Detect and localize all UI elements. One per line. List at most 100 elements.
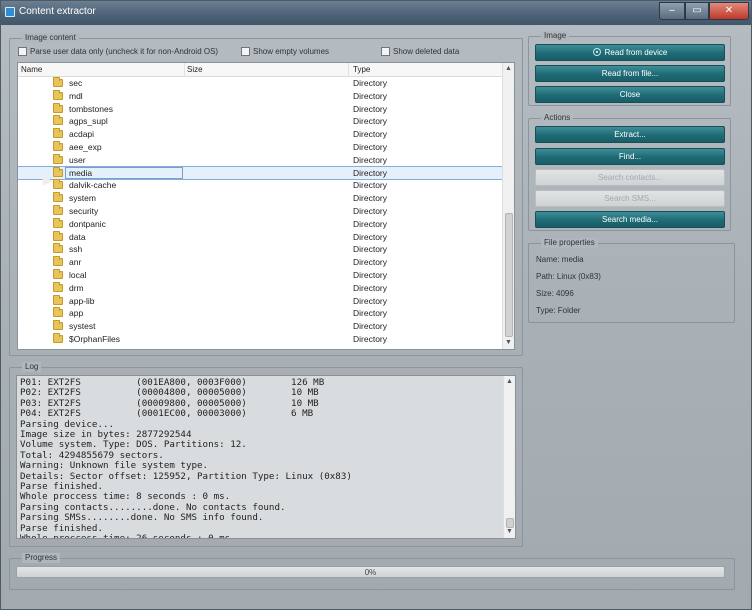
file-list[interactable]: Name Size Type sec Directory mdl Directory t…: [17, 62, 515, 350]
folder-icon: [53, 307, 63, 318]
checkbox-box[interactable]: [381, 46, 390, 56]
item-type: Directory: [353, 257, 388, 268]
item-name: ssh: [69, 244, 83, 255]
folder-icon: [53, 217, 63, 228]
item-name: data: [69, 231, 86, 242]
scroll-thumb[interactable]: [505, 213, 513, 337]
folder-icon: [53, 153, 63, 164]
item-name: dontpanic: [69, 218, 106, 229]
scroll-up-arrow-icon[interactable]: ▲: [503, 63, 514, 75]
image-content-title: Image content: [22, 33, 79, 43]
extract-button[interactable]: Extract...: [535, 126, 725, 143]
list-item[interactable]: drm Directory: [18, 281, 503, 295]
item-name: security: [69, 205, 99, 216]
item-type: Directory: [353, 116, 388, 127]
item-type: Directory: [353, 90, 388, 101]
close-button[interactable]: Close: [535, 86, 725, 103]
item-name: dalvik-cache: [69, 180, 117, 191]
read-from-device-button[interactable]: Read from device: [535, 44, 725, 61]
column-separator[interactable]: [184, 63, 185, 77]
log-lines: P01: EXT2FS (001EA800, 0003F000) 126 MB P…: [20, 377, 505, 539]
list-item[interactable]: security Directory: [18, 204, 503, 218]
item-type: Directory: [353, 154, 388, 165]
parse-user-data-checkbox[interactable]: Parse user data only (uncheck it for non…: [18, 45, 218, 57]
log-title: Log: [22, 362, 42, 372]
list-item[interactable]: ssh Directory: [18, 243, 503, 256]
list-item[interactable]: systest Directory: [18, 320, 503, 333]
list-item[interactable]: mdl Directory: [18, 89, 503, 103]
actions-group-title: Actions: [541, 113, 574, 123]
item-type: Directory: [353, 269, 388, 280]
item-name: tombstones: [69, 103, 113, 114]
item-type: Directory: [353, 193, 388, 204]
item-type: Directory: [353, 205, 388, 216]
item-type: Directory: [353, 295, 388, 306]
list-item[interactable]: app-lib Directory: [18, 294, 503, 308]
list-item[interactable]: system Directory: [18, 192, 503, 205]
item-type: Directory: [353, 321, 388, 332]
list-item[interactable]: local Directory: [18, 268, 503, 282]
log-line: Whole proccess time: 26 seconds : 0 ms.: [20, 533, 236, 539]
list-item[interactable]: acdapi Directory: [18, 128, 503, 141]
list-item[interactable]: media Directory: [18, 165, 504, 181]
read-from-file-button[interactable]: Read from file...: [535, 65, 725, 82]
list-item[interactable]: dontpanic Directory: [18, 217, 503, 231]
list-item[interactable]: user Directory: [18, 153, 503, 167]
list-item[interactable]: aee_exp Directory: [18, 140, 503, 154]
close-window-button[interactable]: ✕: [709, 2, 749, 20]
list-item[interactable]: sec Directory: [18, 77, 503, 90]
item-name: systest: [69, 321, 96, 332]
show-empty-volumes-checkbox[interactable]: Show empty volumes: [241, 45, 329, 57]
column-separator[interactable]: [348, 63, 349, 77]
find-button[interactable]: Find...: [535, 148, 725, 165]
scroll-down-arrow-icon[interactable]: ▼: [504, 526, 515, 538]
list-item[interactable]: anr Directory: [18, 256, 503, 269]
column-header-name[interactable]: Name: [21, 65, 42, 74]
title-bar[interactable]: Content extractor – ▭ ✕: [1, 1, 751, 25]
checkbox-box[interactable]: [241, 46, 250, 56]
device-icon: [592, 48, 601, 56]
list-item[interactable]: dalvik-cache Directory: [18, 179, 503, 192]
item-name: local: [69, 269, 87, 280]
item-name: aee_exp: [69, 141, 102, 152]
list-item[interactable]: $OrphanFiles Directory: [18, 332, 503, 346]
list-item[interactable]: data Directory: [18, 230, 503, 244]
item-name: app: [69, 308, 84, 319]
scroll-up-arrow-icon[interactable]: ▲: [504, 376, 515, 388]
column-header-size[interactable]: Size: [187, 65, 203, 74]
checkbox-box[interactable]: [18, 46, 27, 56]
item-name: drm: [69, 282, 84, 293]
log-output[interactable]: P01: EXT2FS (001EA800, 0003F000) 126 MB P…: [16, 375, 516, 539]
item-name: $OrphanFiles: [69, 333, 121, 344]
search-sms-button[interactable]: Search SMS...: [535, 190, 725, 207]
log-scrollbar[interactable]: ▲ ▼: [503, 376, 515, 538]
scroll-down-arrow-icon[interactable]: ▼: [503, 337, 514, 349]
folder-icon: [53, 230, 63, 241]
item-type: Directory: [353, 167, 388, 178]
item-type: Directory: [353, 141, 388, 152]
item-type: Directory: [353, 308, 388, 319]
folder-icon: [53, 204, 63, 215]
folder-icon: [53, 332, 63, 343]
item-name: mdl: [69, 90, 83, 101]
file-list-scrollbar[interactable]: ▲ ▼: [502, 63, 514, 349]
minimize-button[interactable]: –: [659, 2, 685, 20]
app-icon: [5, 7, 15, 17]
list-item[interactable]: app Directory: [18, 307, 503, 320]
folder-icon: [53, 243, 63, 254]
list-item[interactable]: tombstones Directory: [18, 102, 503, 116]
progress-title: Progress: [22, 553, 61, 563]
list-rows: sec Directory mdl Directory tombstones Direct…: [18, 77, 504, 346]
list-item[interactable]: agps_supl Directory: [18, 115, 503, 128]
search-contacts-button[interactable]: Search contacts...: [535, 169, 725, 186]
progress-bar: 0%: [16, 566, 725, 578]
show-deleted-data-checkbox[interactable]: Show deleted data: [381, 45, 459, 57]
item-name: media: [69, 167, 93, 178]
folder-icon: [53, 294, 63, 305]
search-media-button[interactable]: Search media...: [535, 211, 725, 228]
maximize-button[interactable]: ▭: [685, 2, 709, 20]
item-name: app-lib: [69, 295, 95, 306]
list-header: Name Size Type: [18, 63, 503, 77]
folder-icon: [53, 89, 63, 100]
column-header-type[interactable]: Type: [353, 65, 370, 74]
